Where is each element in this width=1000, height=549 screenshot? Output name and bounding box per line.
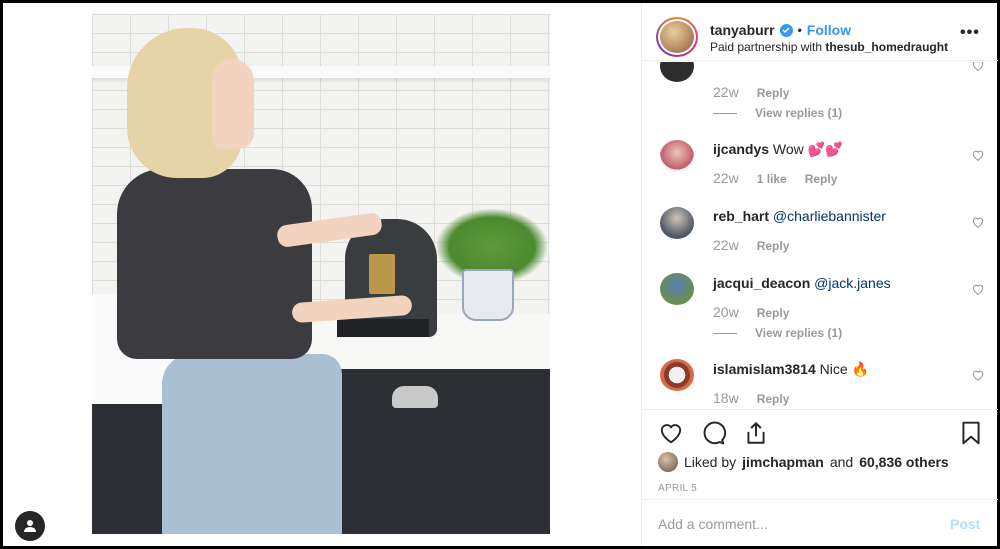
photo-person-jeans [162, 354, 342, 534]
comment-age: 22w [713, 170, 739, 186]
view-replies-label[interactable]: View replies (1) [755, 326, 842, 340]
comment-mention[interactable]: @jack.janes [814, 275, 890, 291]
comment-meta: 18w Reply [713, 390, 789, 406]
comment-avatar[interactable] [660, 273, 694, 305]
comment-username[interactable]: reb_hart [713, 208, 769, 224]
share-icon[interactable] [743, 420, 769, 446]
view-replies-label[interactable]: View replies (1) [755, 106, 842, 120]
comment-meta: 22w Reply [713, 237, 789, 253]
add-comment-bar: Post [642, 499, 998, 546]
heart-icon[interactable] [658, 420, 684, 446]
comment-age: 20w [713, 304, 739, 320]
post-actions: Liked by jimchapman and 60,836 others AP… [642, 409, 998, 499]
header-separator: • [797, 23, 802, 37]
view-replies[interactable]: View replies (1) [713, 326, 842, 340]
liked-by-user[interactable]: jimchapman [742, 454, 824, 470]
comment-likes-count[interactable]: 1 like [757, 172, 787, 186]
comment-text: Wow 💕💕 [772, 141, 843, 157]
liker-avatar[interactable] [658, 452, 678, 472]
tagged-users-icon[interactable] [15, 511, 45, 541]
media-area [3, 3, 641, 546]
partnership-prefix: Paid partnership with [710, 40, 823, 54]
follow-button[interactable]: Follow [807, 22, 851, 38]
more-horizontal-icon[interactable]: ••• [960, 24, 980, 42]
reply-button[interactable]: Reply [757, 239, 790, 253]
comment-username[interactable]: islamislam3814 [713, 361, 816, 377]
partner-link[interactable]: thesub_homedraught [825, 40, 948, 54]
liked-by: Liked by jimchapman and 60,836 others [658, 452, 949, 472]
reply-button[interactable]: Reply [757, 306, 790, 320]
photo-glass [369, 254, 395, 294]
author-line: tanyaburr • Follow [710, 22, 851, 38]
comment-like-heart-icon[interactable] [971, 215, 985, 229]
comment-text-line: reb_hart @charliebannister [713, 208, 886, 224]
comment-mention[interactable]: @charliebannister [773, 208, 886, 224]
photo-plant-pot [462, 269, 514, 321]
photo-person-shirt [117, 169, 312, 359]
comment-icon[interactable] [700, 420, 726, 446]
liked-by-and: and [829, 454, 854, 470]
reply-button[interactable]: Reply [757, 392, 790, 406]
comment-meta: 22w Reply [713, 84, 789, 100]
comment-like-heart-icon[interactable] [971, 62, 985, 72]
comment-like-heart-icon[interactable] [971, 148, 985, 162]
paid-partnership: Paid partnership with thesub_homedraught [710, 40, 948, 54]
comment-meta: 20w Reply [713, 304, 789, 320]
post-date[interactable]: APRIL 5 [658, 483, 697, 494]
post-button[interactable]: Post [950, 516, 980, 532]
comment-input[interactable] [658, 512, 928, 536]
bookmark-icon[interactable] [958, 420, 984, 446]
comment-avatar[interactable] [660, 359, 694, 391]
comment-meta: 22w 1 like Reply [713, 170, 837, 186]
comment-like-heart-icon[interactable] [971, 368, 985, 382]
comment-age: 18w [713, 390, 739, 406]
author-avatar[interactable] [656, 17, 698, 57]
instagram-post-modal: tanyaburr • Follow Paid partnership with… [3, 3, 998, 546]
post-photo[interactable] [92, 14, 550, 534]
author-username[interactable]: tanyaburr [710, 22, 775, 38]
comment-age: 22w [713, 237, 739, 253]
reply-button[interactable]: Reply [805, 172, 838, 186]
comments-list[interactable]: 22w Reply View replies (1) ijcandys Wow … [642, 62, 998, 409]
post-side-panel: tanyaburr • Follow Paid partnership with… [641, 3, 998, 546]
comment-age: 22w [713, 84, 739, 100]
user-icon [24, 520, 36, 532]
comment-like-heart-icon[interactable] [971, 282, 985, 296]
photo-person-face [212, 59, 254, 149]
comment-text-line: ijcandys Wow 💕💕 [713, 141, 843, 158]
photo-cabinet-handle [392, 386, 438, 408]
comment-text-line: islamislam3814 Nice 🔥 [713, 361, 869, 378]
comment-avatar[interactable] [660, 140, 694, 172]
comment-username[interactable]: ijcandys [713, 141, 769, 157]
post-header: tanyaburr • Follow Paid partnership with… [642, 3, 998, 61]
verified-badge-icon [779, 23, 793, 37]
liked-by-prefix: Liked by [684, 454, 737, 470]
comment-username[interactable]: jacqui_deacon [713, 275, 810, 291]
comment-avatar[interactable] [660, 207, 694, 239]
photo-machine-base [337, 319, 429, 337]
reply-button[interactable]: Reply [757, 86, 790, 100]
liked-by-others[interactable]: 60,836 others [859, 454, 949, 470]
comment-text: Nice 🔥 [819, 361, 869, 377]
comment-avatar[interactable] [660, 62, 694, 82]
view-replies[interactable]: View replies (1) [713, 106, 842, 120]
comment-text-line: jacqui_deacon @jack.janes [713, 275, 891, 291]
